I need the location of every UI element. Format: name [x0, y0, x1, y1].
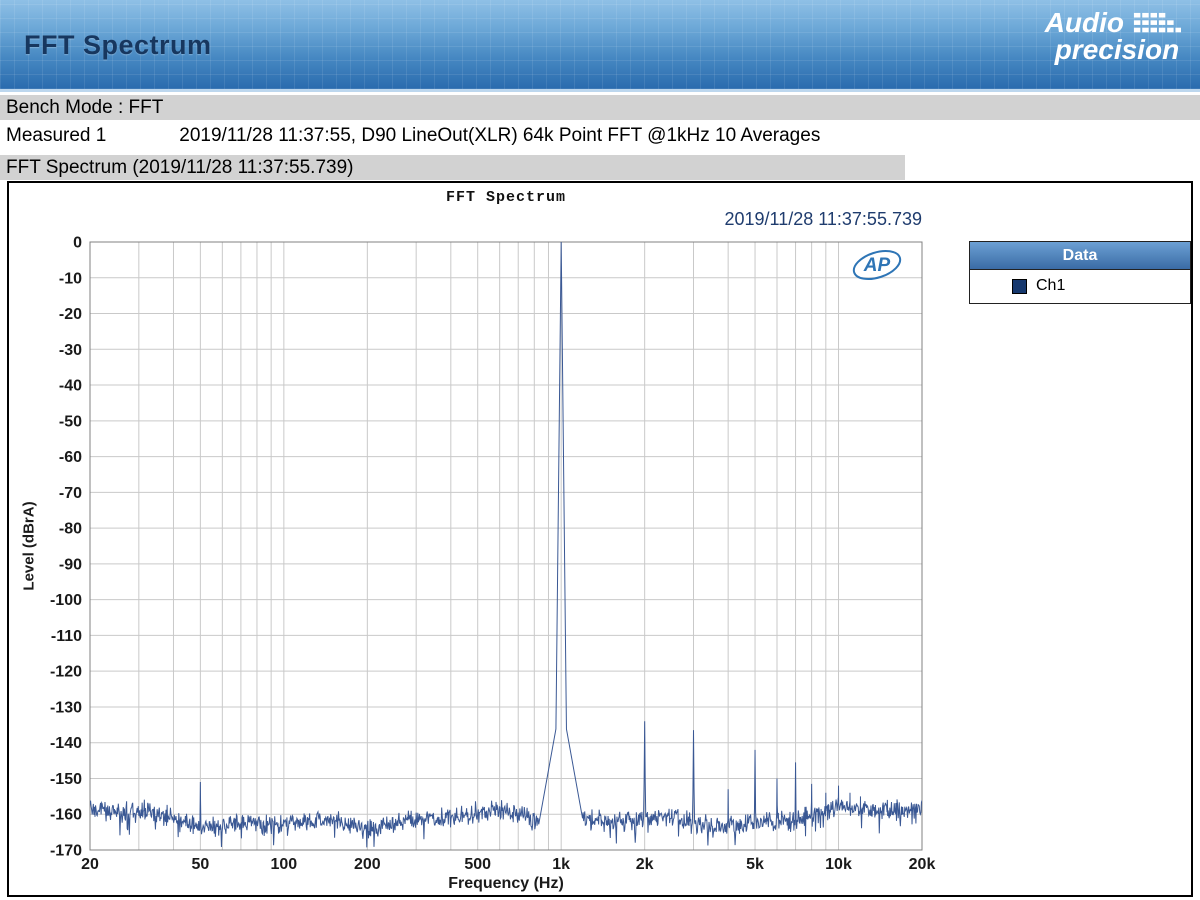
svg-text:20k: 20k	[909, 856, 936, 873]
svg-text:-160: -160	[50, 807, 82, 824]
section-title-bar: FFT Spectrum (2019/11/28 11:37:55.739)	[0, 155, 905, 180]
svg-text:20: 20	[81, 856, 99, 873]
svg-text:100: 100	[270, 856, 297, 873]
legend-swatch	[1012, 278, 1027, 294]
svg-text:-100: -100	[50, 592, 82, 609]
measured-label: Measured 1	[6, 125, 107, 146]
logo-top-row: Audio	[1044, 7, 1184, 38]
report-page: FFT Spectrum Audio precision Bench Mode …	[0, 0, 1200, 900]
svg-text:-120: -120	[50, 664, 82, 681]
logo-audio-text: Audio	[1044, 7, 1124, 38]
svg-text:-110: -110	[51, 628, 82, 645]
svg-text:2k: 2k	[636, 856, 654, 873]
svg-text:500: 500	[464, 856, 491, 873]
svg-text:-10: -10	[59, 270, 82, 287]
measured-value: 2019/11/28 11:37:55, D90 LineOut(XLR) 64…	[179, 125, 821, 146]
report-header: FFT Spectrum Audio precision	[0, 0, 1200, 92]
svg-text:-20: -20	[59, 306, 82, 323]
svg-text:5k: 5k	[746, 856, 764, 873]
svg-text:-140: -140	[50, 735, 82, 752]
audio-precision-logo: Audio precision	[1044, 7, 1184, 65]
section-title-text: FFT Spectrum (2019/11/28 11:37:55.739)	[6, 157, 354, 178]
svg-text:10k: 10k	[825, 856, 852, 873]
svg-text:AP: AP	[863, 255, 891, 276]
legend-row-ch1[interactable]: Ch1	[970, 270, 1190, 302]
legend-label: Ch1	[1036, 277, 1066, 294]
y-tick-labels: 0 -10 -20 -30 -40 -50 -60 -70 -80 -90 -100 -110 -120…	[50, 235, 82, 860]
legend-header: Data	[970, 242, 1190, 270]
svg-text:200: 200	[354, 856, 381, 873]
report-title: FFT Spectrum	[24, 30, 212, 60]
bench-mode-text: Bench Mode : FFT	[6, 97, 164, 118]
svg-text:-150: -150	[50, 771, 82, 788]
svg-text:-50: -50	[59, 413, 82, 430]
measured-line: Measured 1 2019/11/28 11:37:55, D90 Line…	[0, 122, 1200, 150]
svg-text:-170: -170	[50, 843, 82, 860]
svg-text:-60: -60	[59, 449, 82, 466]
legend: Data Ch1	[969, 241, 1191, 304]
plot-timestamp: 2019/11/28 11:37:55.739	[724, 209, 922, 229]
svg-text:-130: -130	[50, 699, 82, 716]
logo-bars-icon	[1133, 12, 1181, 33]
svg-text:-90: -90	[59, 556, 82, 573]
svg-text:-40: -40	[59, 378, 82, 395]
bench-mode-bar: Bench Mode : FFT	[0, 95, 1200, 120]
plot-background	[90, 242, 922, 850]
svg-text:50: 50	[191, 856, 209, 873]
svg-text:1k: 1k	[552, 856, 570, 873]
svg-text:-70: -70	[59, 485, 82, 502]
plot-title: FFT Spectrum	[445, 189, 567, 206]
x-tick-labels: 20 50 100 200 500 1k 2k 5k 10k 20k	[81, 856, 935, 873]
svg-text:-30: -30	[59, 342, 82, 359]
svg-text:-80: -80	[59, 521, 82, 538]
x-axis-label: Frequency (Hz)	[448, 875, 564, 892]
y-axis-label: Level (dBrA)	[20, 501, 38, 591]
logo-precision-text: precision	[1054, 34, 1180, 65]
chart-panel: 0 -10 -20 -30 -40 -50 -60 -70 -80 -90 -100 -110 -120…	[7, 181, 1193, 897]
svg-text:0: 0	[73, 235, 82, 252]
